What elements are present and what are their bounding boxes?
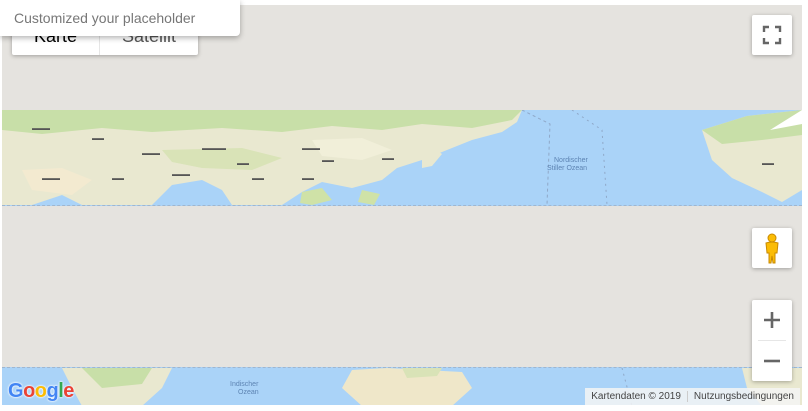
map-canvas[interactable]: ▬▬▬ ▬▬ ▬▬▬ ▬▬▬▬ ▬▬ ▬▬▬ ▬▬ ▬▬ ▬▬ ▬▬▬ ▬▬ ▬▬▬ ▬▬ ▬▬ … bbox=[2, 5, 802, 405]
terms-of-use-link[interactable]: Nutzungsbedingungen bbox=[688, 388, 800, 405]
minus-icon bbox=[764, 359, 780, 363]
svg-text:▬▬: ▬▬ bbox=[302, 176, 314, 182]
ocean-label-indian-line1: Indischer bbox=[230, 381, 259, 388]
google-logo[interactable]: Google bbox=[8, 380, 74, 403]
zoom-in-button[interactable] bbox=[752, 300, 792, 340]
search-box bbox=[0, 0, 240, 36]
logo-letter: o bbox=[23, 380, 35, 402]
map-data-credit: Kartendaten © 2019 bbox=[591, 391, 681, 402]
svg-text:▬▬: ▬▬ bbox=[322, 158, 334, 164]
fullscreen-button[interactable] bbox=[752, 15, 792, 55]
fullscreen-icon bbox=[762, 25, 782, 45]
zoom-control bbox=[752, 300, 792, 381]
logo-letter: o bbox=[34, 380, 47, 402]
svg-text:▬▬: ▬▬ bbox=[112, 176, 124, 182]
svg-text:▬▬▬: ▬▬▬ bbox=[172, 172, 190, 178]
logo-letter: G bbox=[8, 380, 24, 402]
plus-icon bbox=[764, 312, 780, 328]
ocean-label-line2: Stiller Ozean bbox=[547, 165, 587, 172]
search-input[interactable] bbox=[0, 0, 230, 36]
ocean-label-line1: Nordischer bbox=[554, 157, 589, 164]
svg-text:▬▬▬: ▬▬▬ bbox=[302, 146, 320, 152]
svg-text:▬▬: ▬▬ bbox=[382, 156, 394, 162]
svg-text:▬▬: ▬▬ bbox=[252, 176, 264, 182]
svg-text:▬▬▬: ▬▬▬ bbox=[142, 151, 160, 157]
map-tile-strip-top: ▬▬▬ ▬▬ ▬▬▬ ▬▬▬▬ ▬▬ ▬▬▬ ▬▬ ▬▬ ▬▬ ▬▬▬ ▬▬ ▬▬▬ ▬▬ ▬▬ … bbox=[2, 110, 802, 206]
logo-letter: g bbox=[46, 380, 59, 402]
svg-text:▬▬▬: ▬▬▬ bbox=[32, 126, 50, 132]
street-view-pegman-button[interactable] bbox=[752, 228, 792, 268]
zoom-out-button[interactable] bbox=[752, 341, 792, 381]
svg-text:▬▬: ▬▬ bbox=[237, 161, 249, 167]
svg-text:▬▬: ▬▬ bbox=[762, 161, 774, 167]
ocean-label-indian-line2: Ozean bbox=[238, 389, 259, 396]
svg-text:▬▬▬: ▬▬▬ bbox=[42, 176, 60, 182]
pegman-icon bbox=[765, 233, 779, 264]
svg-text:▬▬: ▬▬ bbox=[92, 136, 104, 142]
svg-text:▬▬▬▬: ▬▬▬▬ bbox=[202, 146, 226, 152]
logo-letter: e bbox=[63, 380, 74, 402]
map-attribution: Kartendaten © 2019 Nutzungsbedingungen bbox=[585, 388, 800, 405]
